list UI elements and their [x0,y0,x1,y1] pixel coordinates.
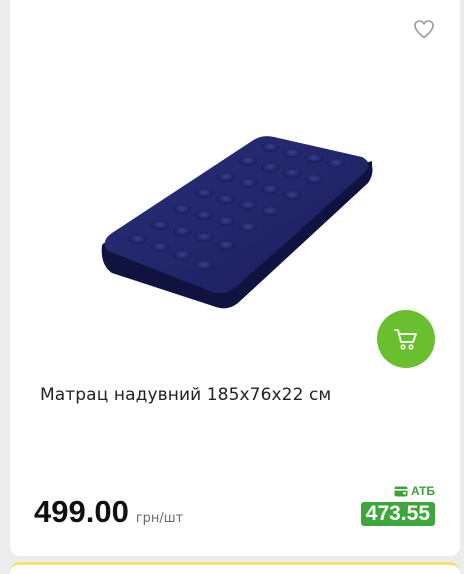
card-label-text: АТБ [410,484,435,498]
wallet-card-icon [394,486,408,496]
product-image[interactable] [98,125,378,315]
card-label: АТБ [394,483,435,499]
favorite-button[interactable] [412,17,436,41]
heart-outline-icon [414,20,434,39]
price-unit: грн/шт [135,511,184,526]
product-title[interactable]: Матрац надувний 185х76х22 см [40,385,430,405]
next-product-card[interactable] [10,562,460,574]
card-price-badge: 473.55 [360,502,435,526]
card-price-block: АТБ 473.55 [357,483,435,526]
price-row: 499.00 грн/шт [34,494,183,530]
product-card[interactable]: Матрац надувний 185х76х22 см 499.00 грн/… [10,0,460,556]
add-to-cart-button[interactable] [377,310,435,368]
cart-icon [394,329,417,350]
product-grid: Матрац надувний 185х76х22 см 499.00 грн/… [0,0,464,574]
product-price: 499.00 [34,494,129,529]
